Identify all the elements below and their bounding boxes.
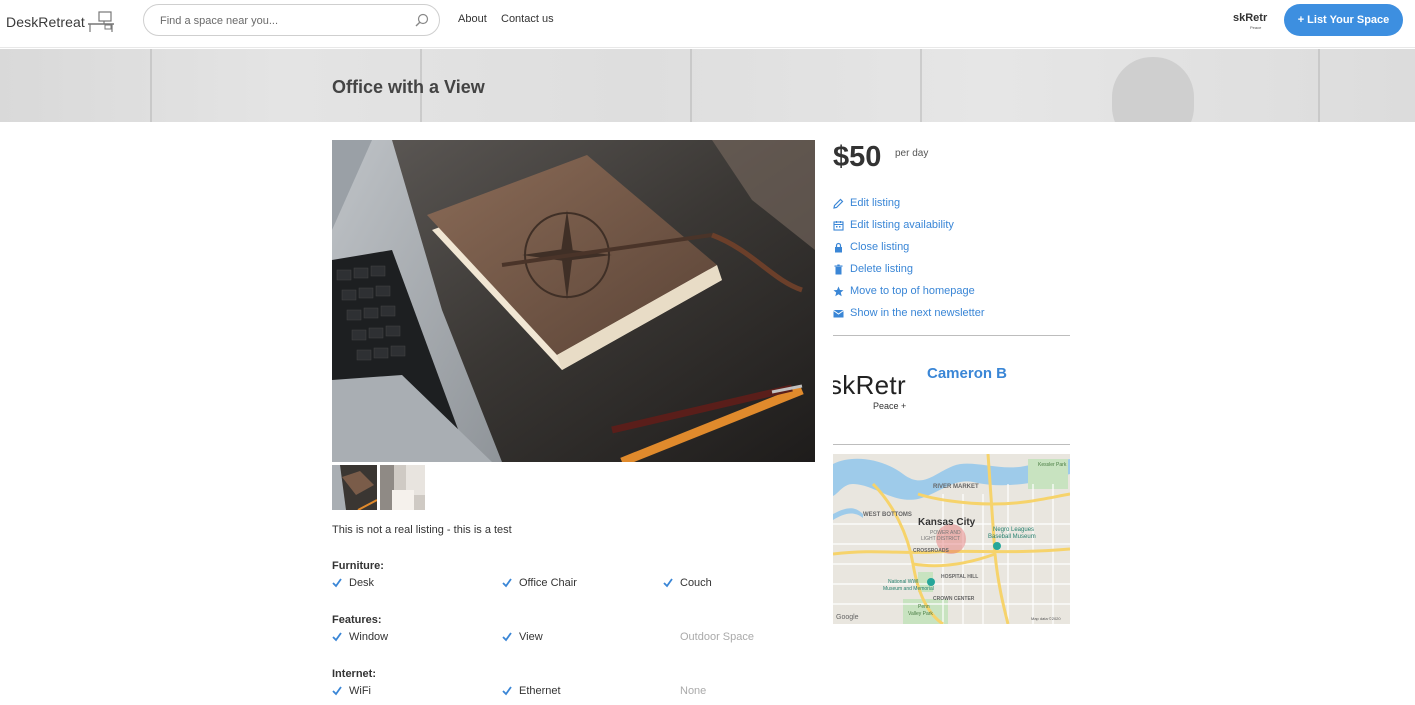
trash-icon — [834, 264, 843, 274]
map-label: Kessler Park — [1038, 462, 1067, 468]
map-label: Negro Leagues — [993, 527, 1035, 533]
internet-heading: Internet: — [332, 668, 376, 680]
check-icon — [663, 578, 673, 588]
close-listing-link[interactable]: Close listing — [833, 240, 909, 254]
amenity-label: View — [519, 631, 543, 643]
move-to-top-link[interactable]: Move to top of homepage — [833, 284, 975, 298]
amenity-none: None — [680, 685, 706, 697]
map-label: Penn — [918, 604, 930, 610]
action-label: Edit listing — [850, 197, 901, 209]
action-label: Move to top of homepage — [850, 285, 975, 297]
amenity-ethernet: Ethernet — [502, 685, 561, 697]
amenity-label: Outdoor Space — [680, 631, 754, 643]
envelope-icon — [833, 309, 844, 317]
calendar-icon — [833, 220, 844, 231]
check-icon — [502, 686, 512, 696]
listing-description: This is not a real listing - this is a t… — [332, 524, 512, 536]
amenity-label: Couch — [680, 577, 712, 589]
amenity-label: Desk — [349, 577, 375, 589]
amenity-outdoor-space: Outdoor Space — [680, 631, 754, 643]
site-logo[interactable]: DeskRetreat — [6, 10, 115, 34]
action-label: Delete listing — [850, 263, 913, 275]
location-map[interactable]: RIVER MARKET WEST BOTTOMS Kansas City PO… — [833, 454, 1070, 624]
desk-icon — [87, 11, 114, 32]
sidebar-divider — [833, 444, 1070, 445]
search-icon[interactable] — [415, 13, 429, 27]
features-heading: Features: — [332, 614, 382, 626]
price-unit: per day — [895, 148, 929, 159]
nav-about-link[interactable]: About — [458, 13, 487, 25]
action-label: Show in the next newsletter — [850, 307, 985, 319]
map-attribution: Map data ©2020 — [1031, 616, 1061, 621]
list-your-space-button[interactable]: + List Your Space — [1284, 4, 1403, 36]
photo-thumbnail-2[interactable] — [380, 465, 425, 510]
check-icon — [332, 632, 342, 642]
show-in-newsletter-link[interactable]: Show in the next newsletter — [833, 306, 985, 320]
check-icon — [332, 686, 342, 696]
action-label: Close listing — [850, 241, 910, 253]
amenity-office-chair: Office Chair — [502, 577, 577, 589]
edit-availability-link[interactable]: Edit listing availability — [833, 218, 954, 232]
pencil-icon — [833, 198, 844, 209]
amenity-label: None — [680, 685, 707, 697]
map-label: LIGHT DISTRICT — [921, 536, 961, 542]
amenity-label: Ethernet — [519, 685, 561, 697]
map-label: Baseball Museum — [988, 534, 1036, 540]
map-label: RIVER MARKET — [933, 484, 979, 490]
price-value: $50 — [833, 141, 882, 173]
avatar-text: skRetr — [1233, 12, 1268, 24]
map-label: Valley Park — [908, 611, 933, 617]
amenity-desk: Desk — [332, 577, 374, 589]
amenity-label: Window — [349, 631, 389, 643]
amenity-couch: Couch — [663, 577, 712, 589]
search-box — [143, 4, 440, 36]
google-logo: Google — [836, 614, 859, 621]
map-label: CROSSROADS — [913, 548, 949, 554]
top-navbar: DeskRetreat About Contact us skRetr Peac… — [0, 0, 1415, 48]
furniture-heading: Furniture: — [332, 560, 384, 572]
action-label: Edit listing availability — [850, 219, 954, 231]
nav-contact-link[interactable]: Contact us — [501, 13, 554, 25]
amenity-label: WiFi — [349, 685, 371, 697]
title-banner — [0, 49, 1415, 122]
logo-text: DeskRetreat — [6, 14, 85, 30]
lock-icon — [835, 242, 842, 252]
amenity-wifi: WiFi — [332, 685, 371, 697]
map-label: CROWN CENTER — [933, 596, 975, 602]
edit-listing-link[interactable]: Edit listing — [833, 196, 900, 210]
host-name-link[interactable]: Cameron B — [927, 365, 1007, 382]
star-icon — [833, 286, 844, 296]
amenity-view: View — [502, 631, 543, 643]
photo-thumbnail-1[interactable] — [332, 465, 377, 510]
photo-laptop-notebook — [332, 140, 815, 462]
host-avatar[interactable]: skRetr Peace + — [833, 368, 919, 418]
user-avatar[interactable]: skRetr Peace — [1230, 10, 1270, 32]
check-icon — [502, 632, 512, 642]
avatar-subtext: Peace — [1250, 25, 1262, 30]
banner-person-image — [1112, 57, 1194, 122]
host-avatar-text: skRetr — [833, 370, 906, 400]
map-label: Kansas City — [918, 517, 976, 528]
listing-main-photo[interactable] — [332, 140, 815, 462]
map-label: National WWI — [888, 579, 919, 585]
search-input[interactable] — [160, 12, 400, 30]
map-label: Museum and Memorial — [883, 586, 934, 592]
delete-listing-link[interactable]: Delete listing — [833, 262, 913, 276]
check-icon — [502, 578, 512, 588]
amenity-label: Office Chair — [519, 577, 577, 589]
sidebar-divider — [833, 335, 1070, 336]
map-label: WEST BOTTOMS — [863, 512, 912, 518]
amenity-window: Window — [332, 631, 388, 643]
page-title: Office with a View — [332, 77, 485, 97]
map-label: HOSPITAL HILL — [941, 574, 979, 580]
check-icon — [332, 578, 342, 588]
host-avatar-subtext: Peace + — [873, 401, 907, 411]
